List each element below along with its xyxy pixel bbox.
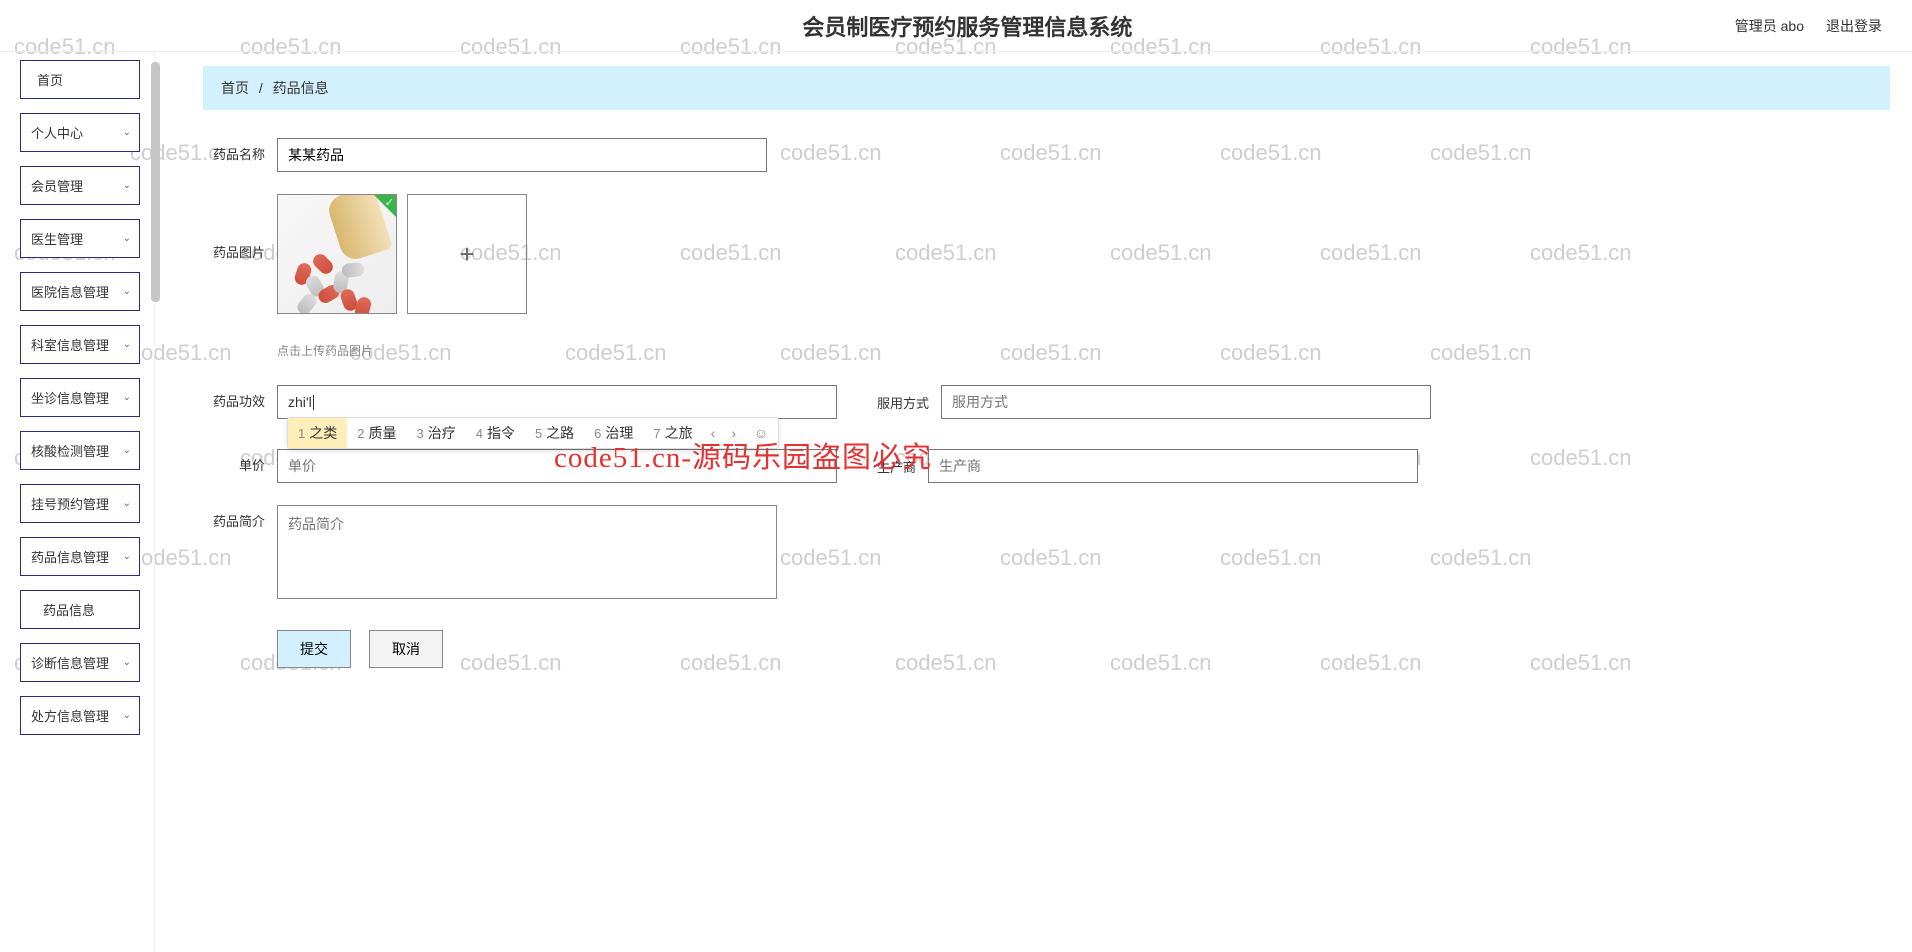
sidebar: 首页个人中心⌄会员管理⌄医生管理⌄医院信息管理⌄科室信息管理⌄坐诊信息管理⌄核酸… bbox=[0, 52, 155, 952]
label-intro: 药品简介 bbox=[213, 505, 277, 530]
ime-candidate-bar: 1之类2质量3治疗4指令5之路6治理7之旅‹›☺ bbox=[287, 417, 779, 449]
sidebar-scrollbar[interactable] bbox=[151, 62, 160, 302]
sidebar-item-label: 个人中心 bbox=[31, 123, 83, 142]
input-drug-name[interactable] bbox=[277, 138, 767, 172]
sidebar-item-label: 首页 bbox=[37, 70, 63, 89]
chevron-down-icon: ⌄ bbox=[123, 445, 131, 456]
sidebar-item-11[interactable]: 诊断信息管理 ⌄ bbox=[20, 643, 140, 682]
image-upload-hint: 点击上传药品图片 bbox=[277, 342, 1880, 359]
submit-button[interactable]: 提交 bbox=[277, 630, 351, 668]
sidebar-item-label: 坐诊信息管理 bbox=[31, 388, 109, 407]
input-method[interactable] bbox=[941, 385, 1431, 419]
upload-success-badge-icon bbox=[374, 195, 396, 217]
chevron-down-icon: ⌄ bbox=[123, 127, 131, 138]
sidebar-item-2[interactable]: 会员管理 ⌄ bbox=[20, 166, 140, 205]
sidebar-item-0[interactable]: 首页 bbox=[20, 60, 140, 99]
label-producer: 生产商 bbox=[877, 457, 928, 476]
main-content: 首页 / 药品信息 药品名称 药品图片 bbox=[155, 52, 1912, 952]
sidebar-item-4[interactable]: 医院信息管理 ⌄ bbox=[20, 272, 140, 311]
ime-candidate-7[interactable]: 7之旅 bbox=[643, 418, 702, 448]
input-efficacy[interactable]: zhi'l bbox=[277, 385, 837, 419]
sidebar-item-label: 科室信息管理 bbox=[31, 335, 109, 354]
uploaded-image-thumb[interactable] bbox=[277, 194, 397, 314]
chevron-down-icon: ⌄ bbox=[123, 710, 131, 721]
sidebar-item-label: 核酸检测管理 bbox=[31, 441, 109, 460]
app-title: 会员制医疗预约服务管理信息系统 bbox=[200, 10, 1735, 42]
sidebar-item-8[interactable]: 挂号预约管理 ⌄ bbox=[20, 484, 140, 523]
label-drug-name: 药品名称 bbox=[213, 138, 277, 163]
label-drug-image: 药品图片 bbox=[213, 194, 277, 261]
input-producer[interactable] bbox=[928, 449, 1418, 483]
breadcrumb-current: 药品信息 bbox=[273, 80, 329, 96]
app-header: 会员制医疗预约服务管理信息系统 管理员 abo 退出登录 bbox=[0, 0, 1912, 52]
sidebar-item-label: 药品信息 bbox=[43, 600, 95, 619]
chevron-down-icon: ⌄ bbox=[123, 180, 131, 191]
sidebar-item-label: 处方信息管理 bbox=[31, 706, 109, 725]
sidebar-item-6[interactable]: 坐诊信息管理 ⌄ bbox=[20, 378, 140, 417]
cancel-button[interactable]: 取消 bbox=[369, 630, 443, 668]
chevron-down-icon: ⌄ bbox=[123, 339, 131, 350]
ime-emoji-icon[interactable]: ☺ bbox=[744, 425, 778, 441]
sidebar-item-12[interactable]: 处方信息管理 ⌄ bbox=[20, 696, 140, 735]
breadcrumb-root[interactable]: 首页 bbox=[221, 80, 249, 96]
sidebar-item-label: 药品信息管理 bbox=[31, 547, 109, 566]
sidebar-item-10[interactable]: 药品信息 bbox=[20, 590, 140, 629]
sidebar-item-3[interactable]: 医生管理 ⌄ bbox=[20, 219, 140, 258]
label-price: 单价 bbox=[213, 449, 277, 474]
admin-label[interactable]: 管理员 abo bbox=[1735, 16, 1804, 36]
sidebar-item-label: 医院信息管理 bbox=[31, 282, 109, 301]
chevron-down-icon: ⌄ bbox=[123, 498, 131, 509]
breadcrumb-sep: / bbox=[259, 80, 263, 96]
sidebar-item-1[interactable]: 个人中心 ⌄ bbox=[20, 113, 140, 152]
sidebar-item-label: 医生管理 bbox=[31, 229, 83, 248]
ime-candidate-5[interactable]: 5之路 bbox=[525, 418, 584, 448]
sidebar-item-label: 挂号预约管理 bbox=[31, 494, 109, 513]
input-price[interactable] bbox=[277, 449, 837, 483]
ime-candidate-6[interactable]: 6治理 bbox=[584, 418, 643, 448]
ime-candidate-1[interactable]: 1之类 bbox=[288, 418, 347, 448]
plus-icon: + bbox=[459, 241, 474, 267]
chevron-down-icon: ⌄ bbox=[123, 392, 131, 403]
logout-link[interactable]: 退出登录 bbox=[1826, 16, 1882, 36]
sidebar-item-7[interactable]: 核酸检测管理 ⌄ bbox=[20, 431, 140, 470]
ime-candidate-2[interactable]: 2质量 bbox=[347, 418, 406, 448]
input-intro[interactable] bbox=[277, 505, 777, 599]
sidebar-item-9[interactable]: 药品信息管理 ⌄ bbox=[20, 537, 140, 576]
chevron-down-icon: ⌄ bbox=[123, 233, 131, 244]
sidebar-item-label: 会员管理 bbox=[31, 176, 83, 195]
ime-prev-icon[interactable]: ‹ bbox=[703, 425, 724, 441]
ime-candidate-3[interactable]: 3治疗 bbox=[406, 418, 465, 448]
ime-candidate-4[interactable]: 4指令 bbox=[466, 418, 525, 448]
chevron-down-icon: ⌄ bbox=[123, 551, 131, 562]
sidebar-item-label: 诊断信息管理 bbox=[31, 653, 109, 672]
breadcrumb: 首页 / 药品信息 bbox=[203, 66, 1890, 110]
label-method: 服用方式 bbox=[877, 393, 941, 412]
label-efficacy: 药品功效 bbox=[213, 385, 277, 410]
chevron-down-icon: ⌄ bbox=[123, 286, 131, 297]
ime-next-icon[interactable]: › bbox=[723, 425, 744, 441]
chevron-down-icon: ⌄ bbox=[123, 657, 131, 668]
add-image-button[interactable]: + bbox=[407, 194, 527, 314]
sidebar-item-5[interactable]: 科室信息管理 ⌄ bbox=[20, 325, 140, 364]
